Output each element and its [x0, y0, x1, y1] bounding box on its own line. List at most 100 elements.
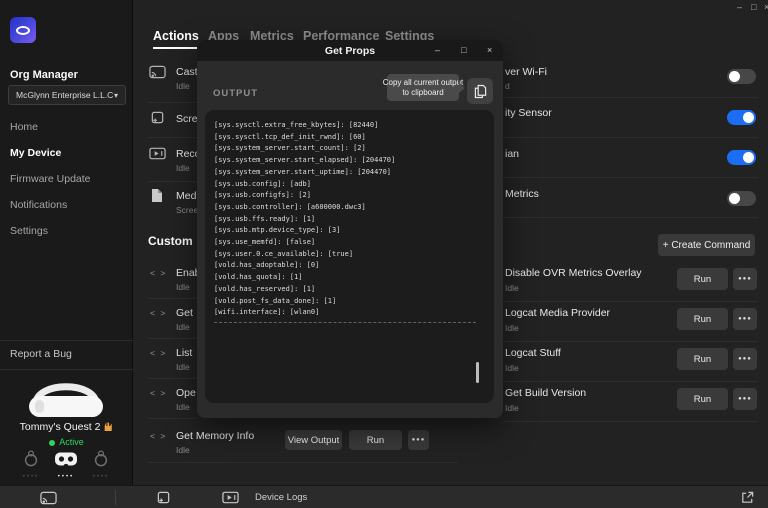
create-command-button[interactable]: + Create Command	[658, 234, 755, 256]
action-status: Idle	[176, 81, 190, 91]
cast-icon[interactable]	[40, 491, 57, 508]
toggle-label: Metrics	[505, 188, 539, 200]
sidebar-item-notifications[interactable]: Notifications	[10, 199, 67, 211]
divider	[115, 490, 116, 505]
left-controller-selector[interactable]: ••••	[14, 449, 48, 480]
toggle-label: ver Wi-Fi	[505, 66, 547, 78]
output-label: OUTPUT	[213, 88, 258, 99]
screenshot-icon	[150, 110, 165, 130]
command-label[interactable]: List	[176, 347, 192, 359]
scrollbar-thumb[interactable]	[476, 362, 479, 383]
tooltip-arrow	[459, 83, 465, 93]
command-label: Logcat Media Provider	[505, 307, 610, 319]
report-a-bug-link[interactable]: Report a Bug	[10, 348, 72, 360]
custom-commands-heading: Custom	[148, 234, 193, 248]
modal-close-button[interactable]: ×	[487, 45, 492, 55]
action-status: Scree	[176, 205, 198, 215]
copy-tooltip: Copy all current output to clipboard	[387, 74, 459, 101]
code-icon: < >	[150, 268, 167, 278]
command-status: Idle	[176, 282, 190, 292]
divider	[0, 340, 133, 341]
output-end-divider	[214, 322, 476, 323]
open-external-icon[interactable]	[740, 490, 755, 508]
divider	[148, 298, 197, 299]
headset-image	[20, 374, 112, 425]
pagination-dots: ••••	[84, 474, 118, 480]
divider	[148, 137, 197, 138]
tab-actions[interactable]: Actions	[153, 29, 199, 43]
divider	[503, 421, 758, 422]
action-label[interactable]: Med	[176, 190, 196, 202]
sidebar-item-settings[interactable]: Settings	[10, 225, 48, 237]
right-controller-icon	[91, 449, 111, 467]
code-icon: < >	[150, 308, 167, 318]
command-label: Get Build Version	[505, 387, 586, 399]
headset-icon	[54, 451, 78, 467]
device-status: Active	[0, 437, 133, 447]
more-options-button[interactable]: ●●●	[408, 430, 429, 450]
device-logs-label[interactable]: Device Logs	[255, 492, 307, 503]
wifi-toggle[interactable]	[727, 69, 756, 84]
copy-output-button[interactable]	[467, 78, 493, 104]
divider	[503, 341, 758, 342]
org-manager-label: Org Manager	[10, 69, 78, 81]
sidebar: Org Manager McGlynn Enterprise L.L.C. ▾ …	[0, 0, 133, 485]
command-status: Idle	[505, 283, 519, 293]
run-button[interactable]: Run	[677, 348, 728, 370]
divider	[503, 137, 758, 138]
headset-selector[interactable]: ••••	[49, 449, 83, 480]
bottom-toolbar: Device Logs	[0, 485, 768, 508]
sidebar-item-home[interactable]: Home	[10, 121, 38, 133]
action-status: Idle	[176, 163, 190, 173]
command-status: Idle	[176, 322, 190, 332]
more-options-button[interactable]: ●●●	[733, 348, 757, 370]
window-maximize-button[interactable]: □	[751, 2, 756, 12]
run-button[interactable]: Run	[349, 430, 402, 450]
divider	[503, 217, 758, 218]
org-select[interactable]: McGlynn Enterprise L.L.C. ▾	[8, 85, 126, 105]
window-close-button[interactable]: ×	[764, 2, 768, 12]
run-button[interactable]: Run	[677, 268, 728, 290]
run-button[interactable]: Run	[677, 388, 728, 410]
metrics-toggle[interactable]	[727, 191, 756, 206]
org-select-value: McGlynn Enterprise L.L.C.	[16, 90, 114, 100]
toggle-label: ity Sensor	[505, 107, 552, 119]
divider	[503, 177, 758, 178]
action-label[interactable]: Cast	[176, 66, 198, 78]
modal-titlebar: Get Props – □ ×	[197, 40, 503, 61]
command-label: Logcat Stuff	[505, 347, 561, 359]
divider	[0, 369, 133, 370]
more-options-button[interactable]: ●●●	[733, 388, 757, 410]
window-minimize-button[interactable]: –	[737, 2, 742, 12]
guardian-toggle[interactable]	[727, 150, 756, 165]
proximity-sensor-toggle[interactable]	[727, 110, 756, 125]
oculus-logo-icon	[10, 17, 36, 43]
divider	[148, 338, 197, 339]
media-icon	[151, 188, 163, 208]
modal-maximize-button[interactable]: □	[461, 45, 466, 55]
command-label[interactable]: Get Memory Info	[176, 430, 254, 442]
toggle-status: d	[505, 81, 510, 91]
view-output-button[interactable]: View Output	[285, 430, 342, 450]
command-label[interactable]: Get	[176, 307, 193, 319]
divider	[503, 301, 758, 302]
right-controller-selector[interactable]: ••••	[84, 449, 118, 480]
command-status: Idle	[505, 403, 519, 413]
output-text: [sys.sysctl.extra_free_kbytes]: [82440] …	[214, 120, 395, 319]
more-options-button[interactable]: ●●●	[733, 308, 757, 330]
sidebar-item-firmware-update[interactable]: Firmware Update	[10, 173, 91, 185]
sidebar-item-my-device[interactable]: My Device	[10, 147, 61, 159]
command-status: Idle	[505, 363, 519, 373]
toggle-label: ian	[505, 148, 519, 160]
app-window: – □ × Org Manager McGlynn Enterprise L.L…	[0, 0, 768, 508]
code-icon: < >	[150, 388, 167, 398]
screenshot-icon[interactable]	[156, 490, 171, 508]
run-button[interactable]: Run	[677, 308, 728, 330]
modal-minimize-button[interactable]: –	[435, 45, 440, 55]
command-label[interactable]: Ope	[176, 387, 196, 399]
record-video-icon[interactable]	[222, 491, 239, 508]
command-status: Idle	[176, 445, 190, 455]
pagination-dots: ••••	[14, 474, 48, 480]
more-options-button[interactable]: ●●●	[733, 268, 757, 290]
action-label[interactable]: Scre	[176, 113, 198, 125]
